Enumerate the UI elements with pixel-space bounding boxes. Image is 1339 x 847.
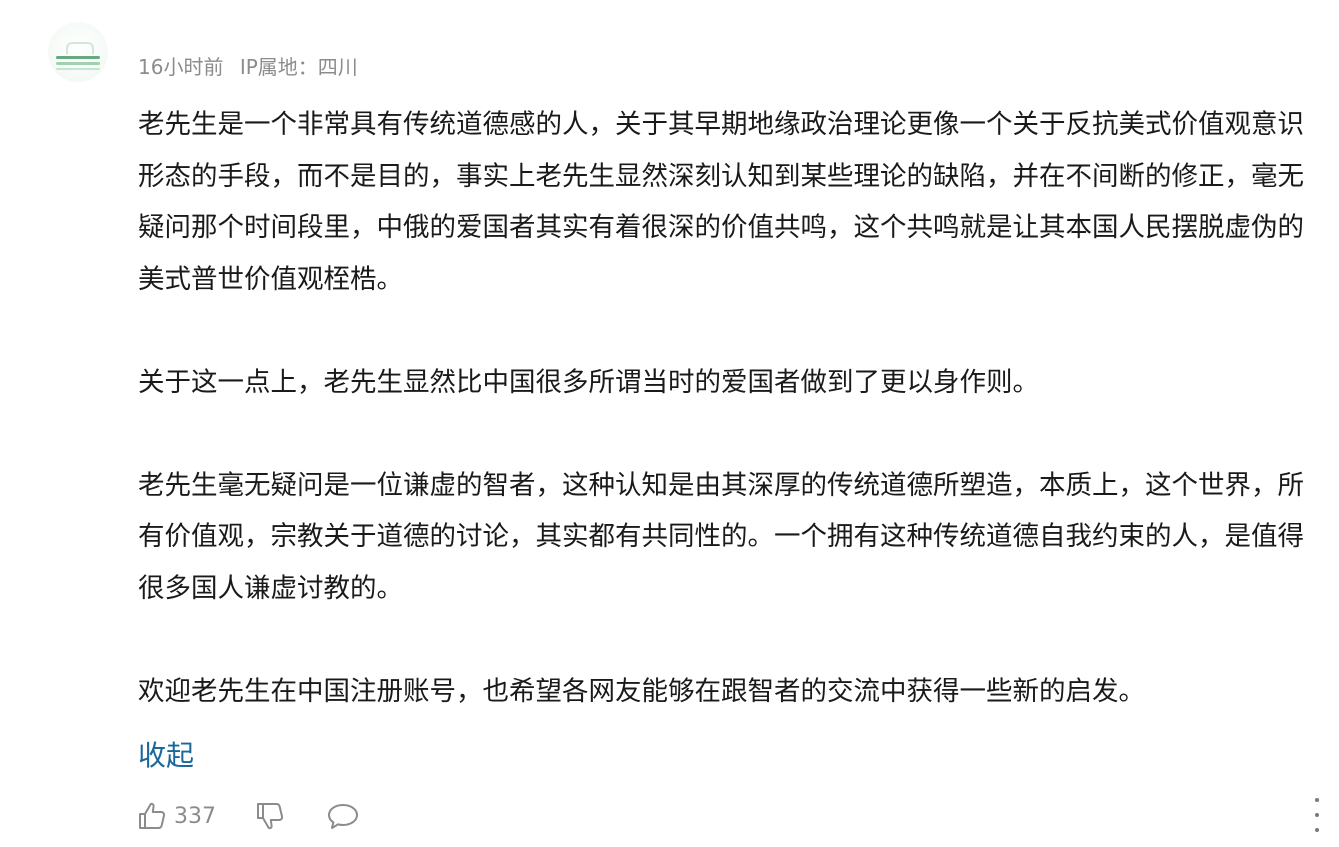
comment-paragraph: 关于这一点上，老先生显然比中国很多所谓当时的爱国者做到了更以身作则。 — [138, 366, 1039, 398]
comment-meta: 16小时前 IP属地：四川 — [138, 53, 358, 81]
like-count: 337 — [174, 803, 216, 829]
comment-bubble-icon — [326, 800, 360, 832]
comment-time: 16小时前 — [138, 55, 224, 79]
reply-button[interactable] — [326, 800, 360, 832]
avatar[interactable] — [48, 22, 108, 82]
collapse-link[interactable]: 收起 — [138, 734, 194, 778]
like-button[interactable]: 337 — [136, 800, 216, 832]
more-vertical-icon — [1315, 798, 1319, 832]
comment-paragraph: 老先生是一个非常具有传统道德感的人，关于其早期地缘政治理论更像一个关于反抗美式价… — [138, 109, 1304, 295]
avatar-emblem — [66, 42, 94, 54]
comment-body: 老先生是一个非常具有传统道德感的人，关于其早期地缘政治理论更像一个关于反抗美式价… — [138, 99, 1308, 717]
comment-actions: 337 — [136, 794, 360, 838]
comment-paragraph: 欢迎老先生在中国注册账号，也希望各网友能够在跟智者的交流中获得一些新的启发。 — [138, 675, 1145, 707]
ip-location: IP属地：四川 — [239, 55, 358, 79]
more-options-button[interactable] — [1309, 798, 1325, 832]
thumbs-up-icon — [136, 800, 168, 832]
thumbs-down-icon — [254, 800, 286, 832]
comment-paragraph: 老先生毫无疑问是一位谦虚的智者，这种认知是由其深厚的传统道德所塑造，本质上，这个… — [138, 469, 1304, 604]
dislike-button[interactable] — [254, 800, 286, 832]
